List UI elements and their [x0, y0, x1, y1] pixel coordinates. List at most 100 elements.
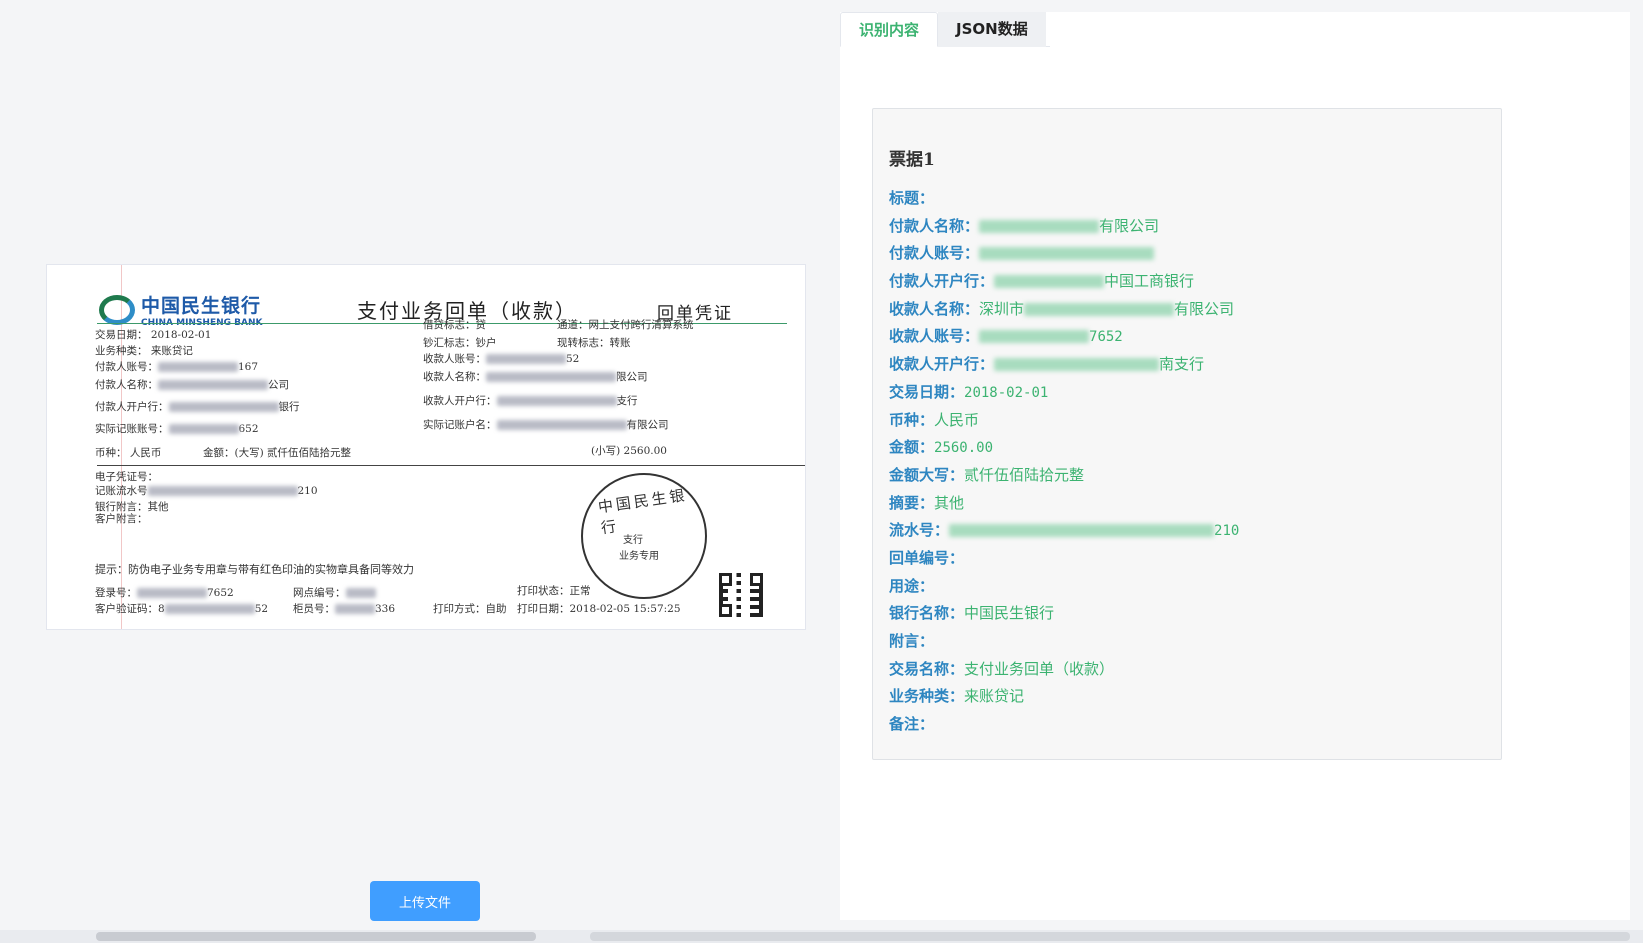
field-value: 有限公司: [1099, 216, 1160, 235]
receipt-print-date: 打印日期：2018-02-05 15:57:25: [517, 603, 681, 615]
receipt-real-acct: 实际记账账号： 652: [95, 423, 259, 435]
receipt-amount-big: 金额：(大写) 贰仟伍佰陆拾元整: [203, 447, 352, 459]
receipt-voucher: 电子凭证号：: [95, 471, 158, 483]
receipt-print-mode: 打印方式：自助: [433, 603, 507, 615]
bank-name-zh: 中国民生银行: [141, 295, 262, 317]
field-row: 付款人开户行： 中国工商银行: [889, 268, 1239, 296]
field-key: 银行名称：: [889, 604, 965, 623]
bank-stamp: 中国民生银行 支行 业务专用: [581, 473, 707, 599]
field-row: 备注：: [889, 711, 1239, 739]
field-key: 备注：: [889, 715, 935, 734]
field-row: 交易日期：2018-02-01: [889, 379, 1239, 407]
field-row: 金额：2560.00: [889, 434, 1239, 462]
receipt-payer-acct: 付款人账号： 167: [95, 361, 259, 373]
field-key: 收款人开户行：: [889, 355, 995, 374]
receipt-date: 交易日期： 2018-02-01: [95, 329, 212, 341]
redacted-value: [979, 219, 1100, 233]
field-row: 用途：: [889, 573, 1239, 601]
field-key: 交易名称：: [889, 659, 965, 678]
receipt-serial: 记账流水号 210: [95, 485, 318, 497]
field-value: 中国工商银行: [1104, 272, 1195, 291]
field-key: 回单编号：: [889, 548, 965, 567]
field-row: 金额大写：贰仟伍佰陆拾元整: [889, 462, 1239, 490]
field-row: 收款人开户行： 南支行: [889, 351, 1239, 379]
field-value: 南支行: [1159, 355, 1205, 374]
field-row: 银行名称：中国民生银行: [889, 600, 1239, 628]
receipt-payee-bank: 收款人开户行： 支行: [423, 395, 638, 407]
field-key: 交易日期：: [889, 382, 965, 401]
scrollbar-thumb-right[interactable]: [590, 932, 1630, 941]
field-key: 金额：: [889, 438, 935, 457]
redacted-value: [994, 275, 1105, 289]
receipt-payee-acct: 收款人账号： 52: [423, 353, 580, 365]
receipt-transfer-flag: 现转标志：转账: [557, 337, 631, 349]
receipt-biz: 业务种类： 来账贷记: [95, 345, 193, 357]
field-row: 交易名称：支付业务回单（收款）: [889, 656, 1239, 684]
field-key: 付款人账号：: [889, 244, 980, 263]
redacted-value: [979, 247, 1155, 261]
field-list: 标题： 付款人名称： 有限公司 付款人账号： 付款人开户行： 中国工商银行 收款人名称：深圳…: [889, 185, 1239, 739]
receipt-print-status: 打印状态：正常: [517, 585, 591, 597]
field-row: 附言：: [889, 628, 1239, 656]
tab-recognized-content[interactable]: 识别内容: [840, 12, 939, 47]
result-tabs: 识别内容 JSON数据: [840, 12, 1050, 47]
receipt-payer-name: 付款人名称： 公司: [95, 379, 289, 391]
field-key: 业务种类：: [889, 687, 965, 706]
receipt-cust-note: 客户附言：: [95, 513, 148, 525]
qr-code-icon: [719, 573, 763, 617]
field-key: 收款人账号：: [889, 327, 980, 346]
receipt-currency: 币种： 人民币: [95, 447, 162, 459]
field-row: 收款人账号： 7652: [889, 323, 1239, 351]
redacted-value: [994, 358, 1160, 372]
receipt-real-name: 实际记账户名： 有限公司: [423, 419, 669, 431]
field-value: 有限公司: [1174, 299, 1235, 318]
receipt-divider-2: [97, 465, 805, 466]
receipt-image: 中国民生银行 CHINA MINSHENG BANK 支付业务回单（收款） 回单…: [46, 264, 806, 630]
scrollbar-thumb-left[interactable]: [96, 932, 536, 941]
field-value: 7652: [1089, 329, 1123, 346]
field-row: 流水号： 210: [889, 517, 1239, 545]
field-value: 贰仟伍佰陆拾元整: [964, 465, 1085, 484]
field-value: 210: [1214, 523, 1240, 540]
field-value: 2560.00: [934, 440, 994, 457]
redacted-value: [979, 330, 1090, 344]
bank-emblem-icon: [99, 294, 135, 325]
field-row: 收款人名称：深圳市 有限公司: [889, 296, 1239, 324]
field-row: 业务种类：来账贷记: [889, 683, 1239, 711]
receipt-tip: 提示：防伪电子业务专用章与带有红色印油的实物章具备同等效力: [95, 563, 414, 576]
receipt-teller: 柜员号： 336: [293, 603, 396, 615]
field-key: 摘要：: [889, 493, 935, 512]
receipt-login: 登录号： 7652: [95, 587, 234, 599]
field-value: 支付业务回单（收款）: [964, 659, 1115, 678]
field-key: 金额大写：: [889, 465, 965, 484]
field-key: 附言：: [889, 632, 935, 650]
field-row: 摘要：其他: [889, 490, 1239, 518]
field-key: 付款人名称：: [889, 216, 980, 235]
receipt-payee-name: 收款人名称： 限公司: [423, 371, 648, 383]
redacted-value: [949, 524, 1215, 538]
redacted-value: [1024, 302, 1175, 316]
field-key: 流水号：: [889, 521, 950, 540]
field-value: 中国民生银行: [964, 604, 1055, 623]
horizontal-scrollbar[interactable]: [0, 930, 1643, 943]
field-row: 付款人账号：: [889, 240, 1239, 268]
right-panel: 识别内容 JSON数据 票据1 标题： 付款人名称： 有限公司 付款人账号： 付款人开户…: [840, 12, 1630, 920]
field-value: 来账贷记: [964, 687, 1025, 706]
left-panel: 中国民生银行 CHINA MINSHENG BANK 支付业务回单（收款） 回单…: [0, 0, 840, 930]
card-title: 票据1: [889, 150, 935, 170]
field-key: 付款人开户行：: [889, 272, 995, 291]
field-row: 回单编号：: [889, 545, 1239, 573]
field-value: 其他: [934, 493, 965, 512]
receipt-debit-flag: 借贷标志：贷: [423, 319, 486, 331]
receipt-cash-flag: 钞汇标志：钞户: [423, 337, 497, 349]
field-value: 2018-02-01: [964, 384, 1049, 401]
receipt-verify: 客户验证码：8 52: [95, 603, 269, 615]
field-row: 标题：: [889, 185, 1239, 213]
field-row: 币种：人民币: [889, 407, 1239, 435]
result-card: 票据1 标题： 付款人名称： 有限公司 付款人账号： 付款人开户行： 中国工商银行 收款人名…: [872, 108, 1502, 760]
field-key: 标题：: [889, 189, 935, 207]
upload-file-button[interactable]: 上传文件: [370, 881, 480, 921]
field-key: 币种：: [889, 410, 935, 429]
tab-json-data[interactable]: JSON数据: [938, 12, 1046, 47]
field-row: 付款人名称： 有限公司: [889, 213, 1239, 241]
